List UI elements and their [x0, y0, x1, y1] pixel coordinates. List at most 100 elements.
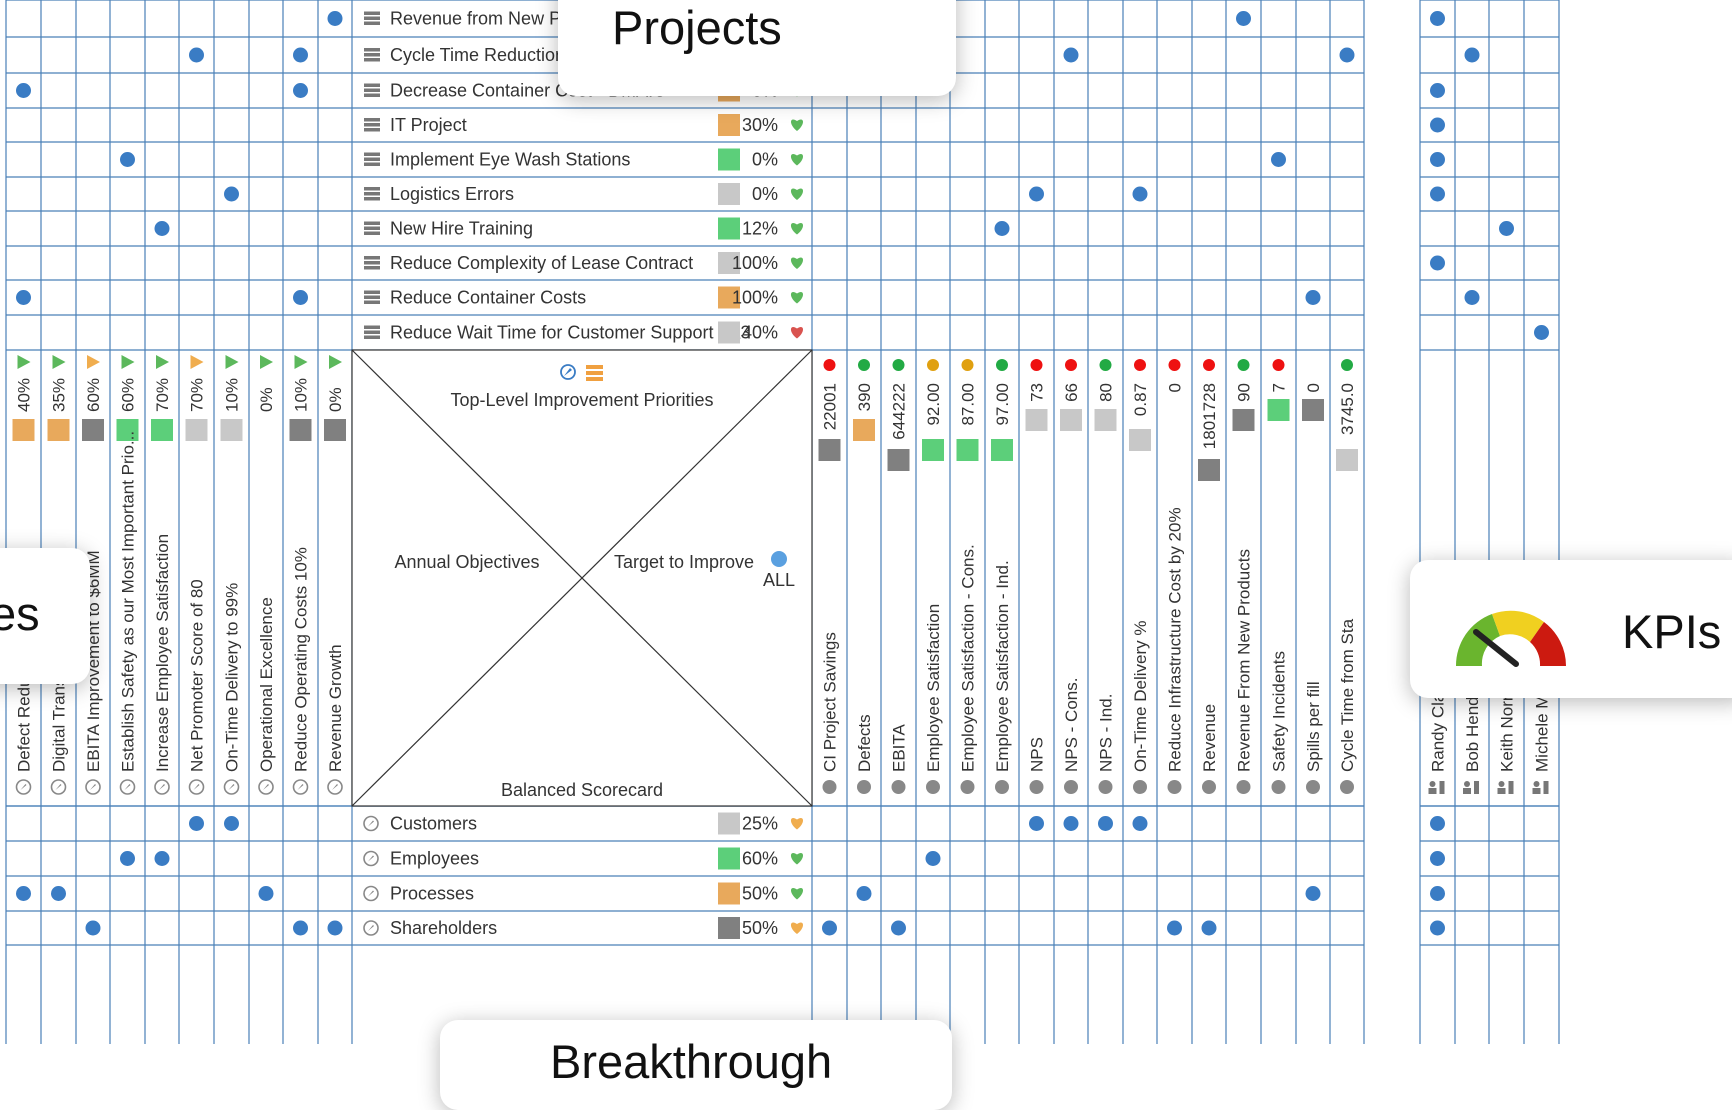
- kpi-label: Defects: [855, 714, 874, 772]
- relation-dot[interactable]: [154, 851, 170, 866]
- relation-dot[interactable]: [224, 816, 239, 831]
- relation-dot[interactable]: [120, 152, 135, 167]
- owner-dot[interactable]: [1430, 152, 1445, 167]
- chart-icon: [891, 780, 906, 794]
- kpi-label: Employee Satisfaction - Ind.: [993, 560, 1012, 772]
- project-label: Reduce Wait Time for Customer Support - …: [390, 323, 750, 343]
- relation-dot[interactable]: [327, 920, 343, 936]
- kpi-status-square: [922, 439, 944, 461]
- owner-dot[interactable]: [1430, 816, 1445, 831]
- relation-dot[interactable]: [1098, 816, 1113, 831]
- owner-dot[interactable]: [1430, 186, 1445, 202]
- kpi-status-dot: [961, 359, 974, 371]
- relation-dot[interactable]: [1063, 816, 1079, 831]
- relation-dot[interactable]: [120, 851, 135, 866]
- project-row-icon: [364, 290, 380, 304]
- relation-dot[interactable]: [16, 83, 31, 98]
- heart-icon: [790, 922, 804, 934]
- project-percent: 0%: [752, 150, 778, 170]
- chart-icon: [1098, 780, 1113, 794]
- kpi-label: Revenue: [1200, 704, 1219, 772]
- relation-dot[interactable]: [1167, 920, 1182, 936]
- relation-dot[interactable]: [822, 920, 837, 936]
- project-status-square: [718, 114, 740, 136]
- kpi-status-square: [956, 439, 979, 461]
- project-row-icon: [364, 48, 380, 62]
- chart-icon: [1306, 780, 1320, 794]
- relation-dot[interactable]: [85, 920, 101, 936]
- relation-dot[interactable]: [189, 816, 204, 831]
- kpi-status-dot: [1065, 359, 1077, 371]
- project-row-icon: [364, 83, 380, 97]
- relation-dot[interactable]: [189, 47, 204, 63]
- project-label: Implement Eye Wash Stations: [390, 150, 630, 170]
- relation-dot[interactable]: [1339, 47, 1355, 63]
- relation-dot[interactable]: [925, 851, 941, 866]
- objective-status-square: [220, 419, 243, 441]
- relation-dot[interactable]: [16, 886, 31, 901]
- kpis-callout: KPIs: [1410, 560, 1732, 698]
- relation-dot[interactable]: [293, 920, 308, 936]
- relation-dot[interactable]: [1132, 186, 1148, 202]
- relation-dot[interactable]: [293, 83, 308, 98]
- kpi-label: Cycle Time from Sta: [1338, 618, 1357, 772]
- objective-percent: 60%: [84, 378, 103, 412]
- center-left-label: Annual Objectives: [394, 552, 539, 572]
- relation-dot[interactable]: [1132, 816, 1148, 831]
- relation-dot[interactable]: [856, 886, 872, 901]
- relation-dot[interactable]: [293, 290, 308, 305]
- kpi-label: Safety Incidents: [1270, 651, 1289, 772]
- relation-dot[interactable]: [327, 11, 343, 26]
- relation-dot[interactable]: [1029, 186, 1044, 202]
- chart-icon: [1029, 780, 1044, 794]
- owner-dot[interactable]: [1430, 886, 1445, 901]
- objective-percent: 0%: [257, 387, 276, 412]
- chart-icon: [1064, 780, 1078, 794]
- relation-dot[interactable]: [1029, 816, 1044, 831]
- kpi-status-square: [1302, 399, 1324, 421]
- project-list-icon[interactable]: [586, 365, 603, 369]
- owner-dot[interactable]: [1430, 11, 1445, 26]
- kpi-label: Reduce Infrastructure Cost by 20%: [1166, 507, 1185, 772]
- relation-dot[interactable]: [891, 920, 906, 936]
- owner-dot[interactable]: [1464, 290, 1480, 305]
- owner-dot[interactable]: [1430, 851, 1445, 866]
- kpi-value: 80: [1097, 383, 1116, 402]
- relation-dot[interactable]: [154, 221, 170, 236]
- relation-dot[interactable]: [293, 47, 308, 63]
- objective-percent: 0%: [326, 387, 345, 412]
- objective-status-square: [82, 419, 104, 441]
- owner-dot[interactable]: [1499, 221, 1514, 236]
- relation-dot[interactable]: [51, 886, 66, 901]
- chart-icon: [857, 780, 871, 794]
- kpi-status-dot: [1134, 359, 1146, 371]
- relation-dot[interactable]: [1305, 886, 1321, 901]
- trend-arrow-icon: [52, 355, 66, 369]
- owner-dot[interactable]: [1430, 920, 1445, 936]
- kpi-value: 87.00: [959, 383, 978, 426]
- relation-dot[interactable]: [16, 290, 31, 305]
- relation-dot[interactable]: [258, 886, 274, 901]
- owner-dot[interactable]: [1464, 47, 1480, 63]
- kpi-label: NPS - Ind.: [1097, 694, 1116, 772]
- relation-dot[interactable]: [1236, 11, 1251, 26]
- objective-label: Operational Excellence: [257, 597, 276, 772]
- project-label: Reduce Container Costs: [390, 288, 586, 308]
- trend-arrow-icon: [225, 355, 239, 369]
- scorecard-status-square: [718, 917, 740, 939]
- relation-dot[interactable]: [1305, 290, 1321, 305]
- owner-dot[interactable]: [1534, 325, 1549, 340]
- owner-dot[interactable]: [1430, 117, 1445, 133]
- gauge-small-icon[interactable]: [771, 551, 787, 567]
- chart-icon: [1340, 780, 1354, 794]
- owner-dot[interactable]: [1430, 83, 1445, 98]
- owner-dot[interactable]: [1430, 255, 1445, 271]
- relation-dot[interactable]: [224, 186, 239, 202]
- relation-dot[interactable]: [994, 221, 1010, 236]
- relation-dot[interactable]: [1063, 47, 1079, 63]
- kpi-status-square: [1267, 399, 1290, 421]
- trend-arrow-icon: [17, 355, 31, 369]
- relation-dot[interactable]: [1271, 152, 1286, 167]
- trend-arrow-icon: [87, 355, 100, 369]
- relation-dot[interactable]: [1201, 920, 1217, 936]
